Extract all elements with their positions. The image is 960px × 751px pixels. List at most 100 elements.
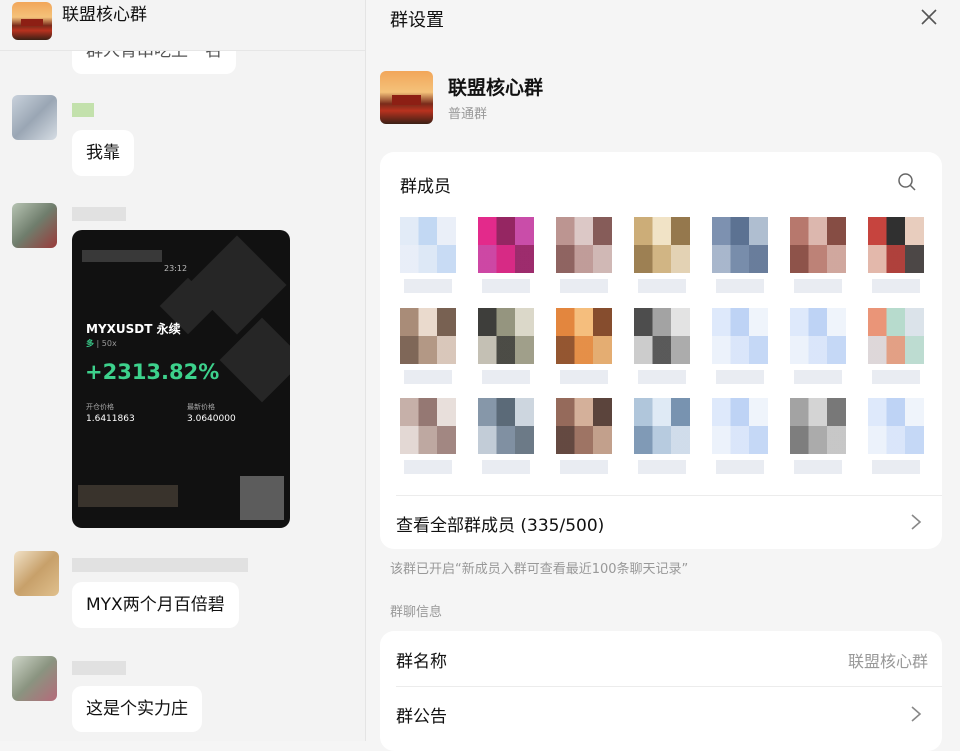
member-name [560,370,608,384]
members-title: 群成员 [400,177,451,197]
member-avatar[interactable] [400,217,456,295]
member-face [556,217,612,273]
member-face [790,398,846,454]
member-face [478,217,534,273]
member-face [790,217,846,273]
member-avatar[interactable] [712,308,768,386]
view-all-label: 查看全部群成员 (335/500) [396,516,605,536]
message-bubble[interactable]: 我靠 [72,130,134,176]
member-avatar[interactable] [712,398,768,476]
member-name [872,370,920,384]
member-face [868,308,924,364]
sender-name [72,103,94,117]
member-name [404,460,452,474]
row-value: 联盟核心群 [847,652,928,671]
group-avatar-large[interactable] [380,71,433,124]
group-name: 联盟核心群 [448,77,544,99]
history-notice: 该群已开启“新成员入群可查看最近100条聊天记录” [390,562,689,577]
member-name [716,460,764,474]
member-avatar[interactable] [400,308,456,386]
message-bubble[interactable]: MYX两个月百倍碧 [72,582,239,628]
row-group-announcement[interactable]: 群公告 [380,686,942,741]
member-face [400,308,456,364]
member-face [556,308,612,364]
member-avatar[interactable] [790,398,846,476]
group-type: 普通群 [448,107,488,122]
chevron-right-icon [911,706,922,722]
member-name [404,370,452,384]
group-info-card: 群名称 联盟核心群 群公告 [380,631,942,751]
chevron-right-icon [911,514,922,530]
row-label: 群公告 [396,707,447,727]
member-avatar[interactable] [868,217,924,295]
group-avatar[interactable] [12,2,52,40]
member-name [794,460,842,474]
member-avatar[interactable] [478,398,534,476]
last-value: 3.0640000 [187,414,236,424]
member-name [638,370,686,384]
member-avatar[interactable] [790,308,846,386]
member-avatar[interactable] [478,217,534,295]
panel-title: 群设置 [390,10,444,31]
sender-avatar[interactable] [12,203,57,248]
member-name [482,460,530,474]
trade-pair: MYXUSDT 永续 [86,322,181,336]
group-settings-panel: 群设置 联盟核心群 普通群 群成员 查看全部群成员 (335/500) 该群已开… [366,0,960,751]
trade-side: 多 | 50x [86,339,117,348]
member-avatar[interactable] [712,217,768,295]
member-face [556,398,612,454]
member-name [638,460,686,474]
member-name [482,279,530,293]
member-face [634,398,690,454]
member-avatar[interactable] [400,398,456,476]
trade-pnl: +2313.82% [85,360,220,384]
sender-name [72,207,126,221]
members-card: 群成员 查看全部群成员 (335/500) [380,152,942,549]
sender-avatar[interactable] [14,551,59,596]
member-name [872,279,920,293]
member-avatar[interactable] [634,217,690,295]
member-avatar[interactable] [634,308,690,386]
member-face [634,308,690,364]
row-label: 群名称 [396,652,447,672]
close-icon[interactable] [918,6,940,28]
row-group-name[interactable]: 群名称 联盟核心群 [380,631,942,686]
member-face [400,217,456,273]
sender-avatar[interactable] [12,656,57,701]
member-face [478,308,534,364]
member-name [872,460,920,474]
member-avatar[interactable] [634,398,690,476]
member-face [868,398,924,454]
member-avatar[interactable] [868,398,924,476]
member-name [716,370,764,384]
sender-avatar[interactable] [12,95,57,140]
trade-screenshot-card[interactable]: 23:12 MYXUSDT 永续 多 | 50x +2313.82% 开仓价格 … [72,230,290,528]
member-avatar[interactable] [790,217,846,295]
member-avatar[interactable] [556,217,612,295]
member-face [790,308,846,364]
view-all-members-link[interactable]: 查看全部群成员 (335/500) [396,495,942,549]
member-face [712,308,768,364]
member-face [712,217,768,273]
member-avatar[interactable] [868,308,924,386]
member-face [634,217,690,273]
card-time: 23:12 [164,264,188,273]
message-bubble[interactable]: 这是个实力庄 [72,686,202,732]
member-avatar[interactable] [556,398,612,476]
search-icon[interactable] [896,171,918,193]
entry-label: 开仓价格 [86,403,114,411]
member-name [638,279,686,293]
member-name [404,279,452,293]
member-name [794,370,842,384]
member-face [478,398,534,454]
last-label: 最新价格 [187,403,215,411]
member-avatar[interactable] [556,308,612,386]
member-name [794,279,842,293]
sender-name [72,558,248,572]
member-name [560,460,608,474]
member-name [482,370,530,384]
chat-title: 联盟核心群 [62,5,147,25]
member-avatar[interactable] [478,308,534,386]
section-title: 群聊信息 [390,605,443,620]
entry-value: 1.6411863 [86,414,135,424]
